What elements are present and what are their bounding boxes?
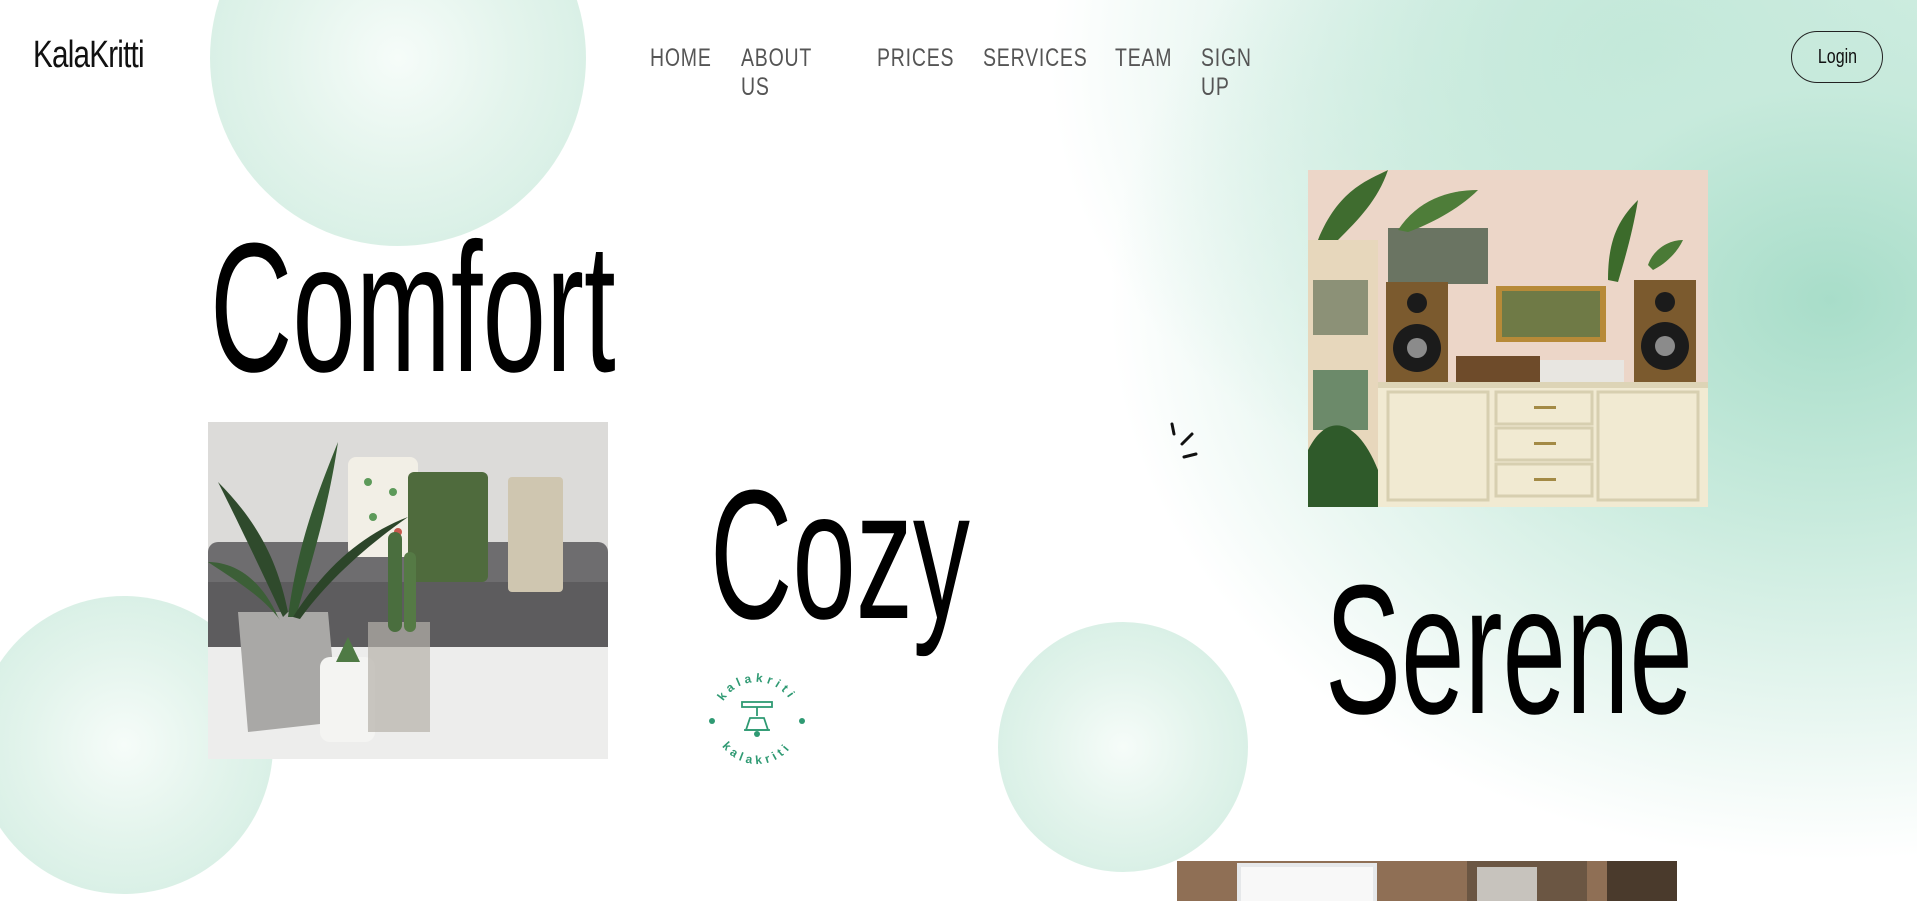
hero-word-cozy: Cozy	[710, 451, 970, 657]
login-button[interactable]: Login	[1791, 31, 1883, 83]
brand-logo[interactable]: KalaKritti	[33, 34, 145, 77]
stamp-text-bottom: kalakriti	[720, 739, 791, 767]
lamp-logo-icon: kalakriti kalakriti	[704, 668, 810, 774]
decorative-bubble	[998, 622, 1248, 872]
hero-word-comfort: Comfort	[210, 204, 616, 410]
nav-item-prices[interactable]: PRICES	[877, 44, 954, 73]
svg-text:kalakriti: kalakriti	[714, 671, 800, 703]
hero-word-serene: Serene	[1325, 546, 1693, 752]
stamp-text-top: kalakriti	[714, 671, 796, 703]
login-button-label: Login	[1817, 45, 1857, 68]
photo-desk	[1177, 861, 1677, 901]
sparkle-icon	[1168, 420, 1208, 464]
nav-item-services[interactable]: SERVICES	[983, 44, 1088, 73]
photo-shelf-speakers	[1308, 170, 1708, 507]
svg-text:kalakriti: kalakriti	[720, 739, 795, 767]
nav-item-home[interactable]: HOME	[650, 44, 712, 73]
landing-page: KalaKritti HOME ABOUT US PRICES SERVICES…	[0, 0, 1917, 901]
nav-item-sign-up[interactable]: SIGN UP	[1201, 44, 1252, 102]
nav-item-about-us[interactable]: ABOUT US	[741, 44, 812, 102]
nav-item-team[interactable]: TEAM	[1115, 44, 1172, 73]
photo-plants-sofa	[208, 422, 608, 759]
